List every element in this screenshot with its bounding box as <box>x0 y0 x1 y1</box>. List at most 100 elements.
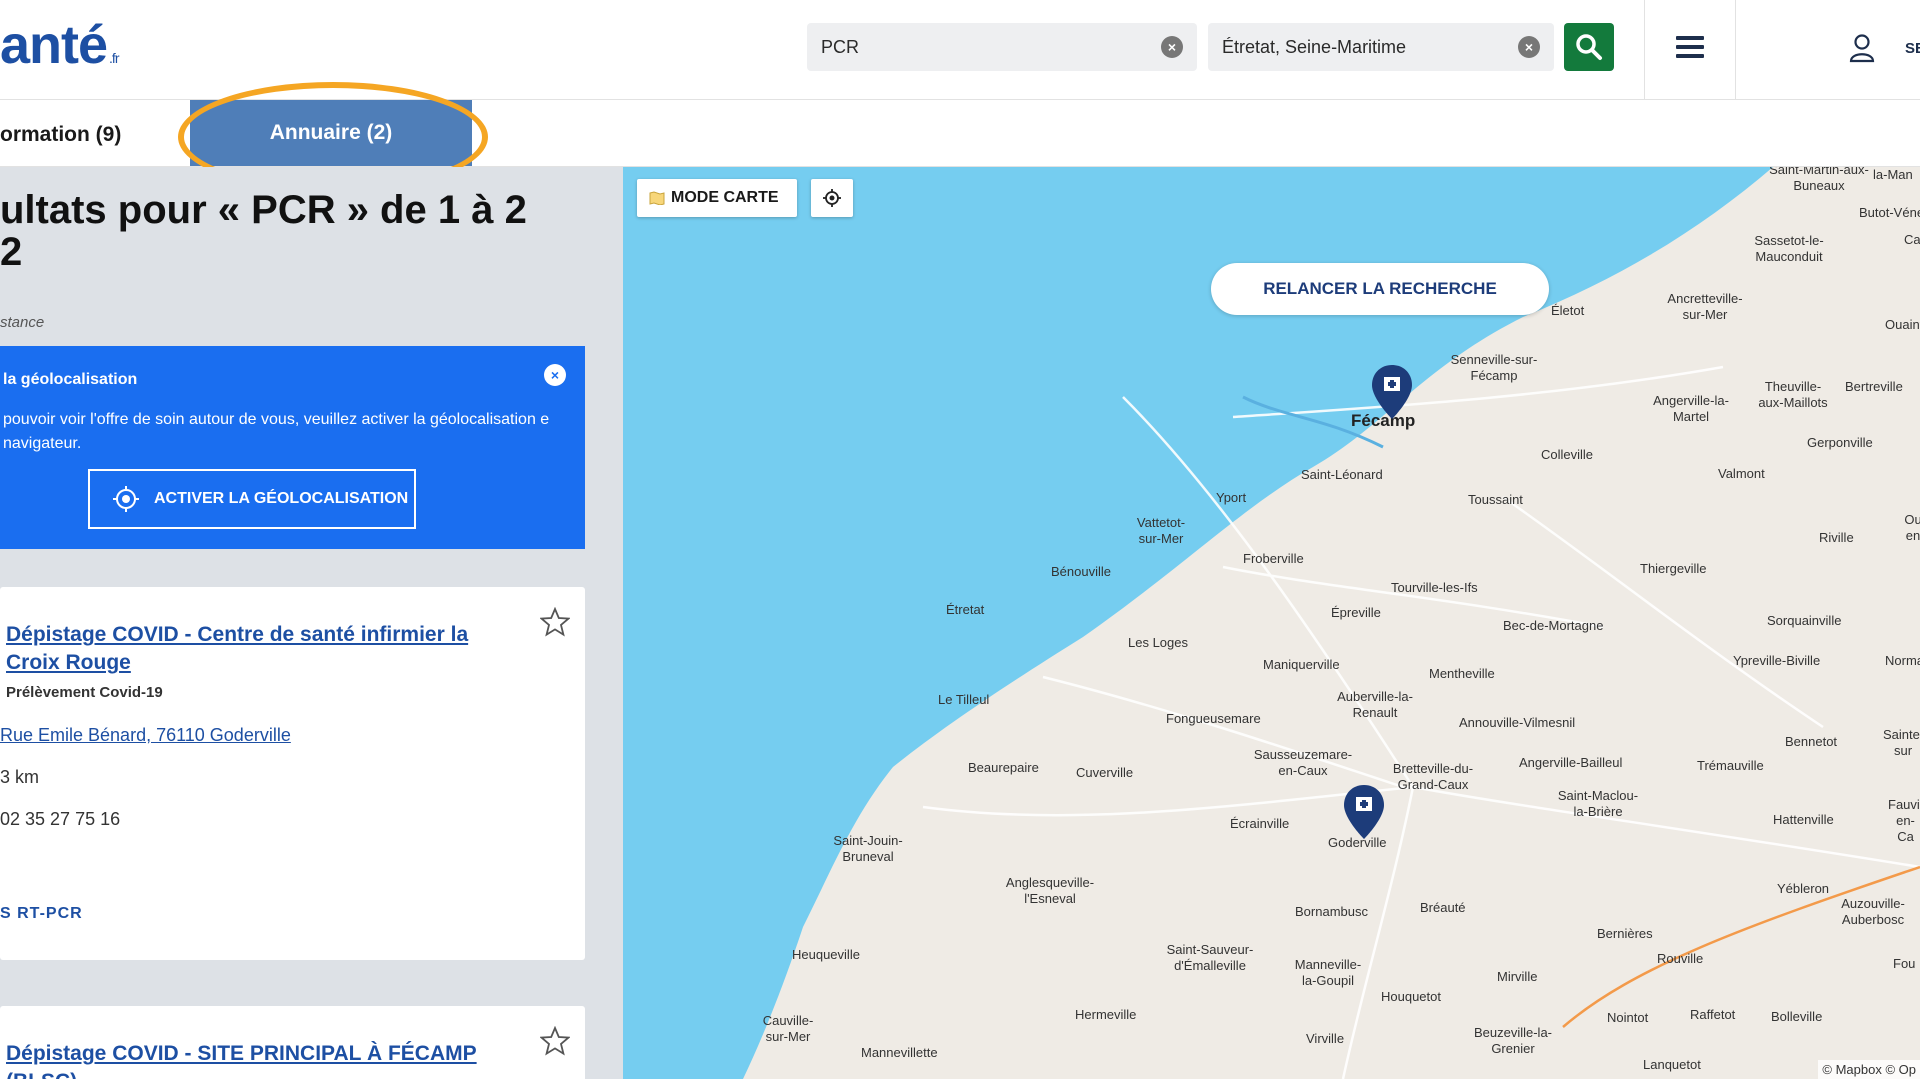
map-place-label: Saint-Martin-aux-Buneaux <box>1769 167 1869 193</box>
user-icon[interactable] <box>1848 33 1876 63</box>
tab-annuaire[interactable]: Annuaire (2) <box>190 100 472 166</box>
map-place-label: Ou en <box>1904 512 1920 543</box>
crosshair-icon <box>113 486 139 512</box>
map-place-label: Fongueusemare <box>1166 711 1261 726</box>
map-place-label: Angerville-Bailleul <box>1519 755 1623 770</box>
map-place-label: Bornambusc <box>1295 904 1368 919</box>
map-place-label: Beaurepaire <box>968 760 1039 775</box>
map-place-label: Trémauville <box>1697 758 1764 773</box>
map-marker-icon[interactable] <box>1370 363 1414 421</box>
map-place-label: Bernières <box>1597 926 1653 941</box>
map-place-label: Raffetot <box>1690 1007 1736 1022</box>
tab-information[interactable]: ormation (9) <box>0 123 121 147</box>
map-place-label: Fou <box>1893 956 1916 971</box>
results-panel: ultats pour « PCR » de 1 à 2 2 stance la… <box>0 167 623 1079</box>
map-place-label: Lanquetot <box>1643 1057 1701 1072</box>
search-what-input[interactable]: PCR <box>821 37 1161 58</box>
menu-icon[interactable] <box>1676 36 1704 60</box>
map-place-label: Auzouville-Auberbosc <box>1841 896 1905 927</box>
map-mode-button[interactable]: MODE CARTE <box>637 179 797 217</box>
map-place-label: Tourville-les-Ifs <box>1391 580 1478 595</box>
map-place-label: Riville <box>1819 530 1854 545</box>
map-place-label: Annouville-Vilmesnil <box>1459 715 1576 730</box>
map-place-label: Ypreville-Biville <box>1733 653 1821 668</box>
geolocation-banner: la géolocalisation × pouvoir voir l'offr… <box>0 346 585 549</box>
result-address-link[interactable]: Rue Emile Bénard, 76110 Goderville <box>0 725 291 746</box>
map-place-label: Mannevillette <box>861 1045 938 1060</box>
map-place-label: Sausseuzemare-en-Caux <box>1253 747 1353 778</box>
map-place-label: Auberville-la-Renault <box>1337 689 1413 720</box>
map-place-label: Maniquerville <box>1263 657 1340 672</box>
map-place-label: Étretat <box>946 602 985 617</box>
search-what-field[interactable]: PCR × <box>807 23 1197 71</box>
header-divider <box>1735 0 1736 99</box>
locate-button[interactable] <box>811 179 853 217</box>
map-place-label: Mirville <box>1497 969 1538 984</box>
map-place-label: Yport <box>1216 490 1247 505</box>
relaunch-search-button[interactable]: RELANCER LA RECHERCHE <box>1211 263 1549 315</box>
map-place-label: Virville <box>1306 1031 1345 1046</box>
result-title-link[interactable]: Dépistage COVID - SITE PRINCIPAL À FÉCAM… <box>6 1040 506 1079</box>
map-place-label: Beuzeville-la-Grenier <box>1473 1025 1553 1056</box>
map-place-label: Norma <box>1885 653 1920 668</box>
map-place-label: Bennetot <box>1785 734 1838 749</box>
map-view[interactable]: MODE CARTE RELANCER LA RECHERCHE Fécamp … <box>623 167 1920 1079</box>
sort-label: stance <box>0 314 45 331</box>
star-icon[interactable] <box>540 607 570 637</box>
map-place-label: Houquetot <box>1381 989 1441 1004</box>
map-place-label: Hermeville <box>1075 1007 1137 1022</box>
map-marker-icon[interactable] <box>1342 783 1386 841</box>
map-place-label: Életot <box>1551 303 1585 318</box>
result-title-link[interactable]: Dépistage COVID - Centre de santé infirm… <box>6 621 506 677</box>
close-icon[interactable]: × <box>544 364 566 386</box>
map-place-label: Heuqueville <box>792 947 860 962</box>
search-where-field[interactable]: Étretat, Seine-Maritime × <box>1208 23 1554 71</box>
map-place-label: Bénouville <box>1051 564 1111 579</box>
map-place-label: Hattenville <box>1773 812 1834 827</box>
geolocation-title: la géolocalisation <box>3 371 138 388</box>
map-place-label: Épreville <box>1331 605 1381 620</box>
map-place-label: Rouville <box>1657 951 1704 966</box>
map-place-label: Saint-Sauveur-d'Émalleville <box>1166 942 1254 973</box>
clear-where-icon[interactable]: × <box>1518 36 1540 58</box>
map-place-label: Butot-Vénes <box>1859 205 1920 220</box>
map-place-label: Manneville-la-Goupil <box>1294 957 1362 988</box>
map-place-label: Angerville-la-Martel <box>1653 393 1729 424</box>
map-place-label: Cuverville <box>1076 765 1134 780</box>
map-place-label: Cauville-sur-Mer <box>762 1013 814 1044</box>
map-place-label: Yébleron <box>1777 881 1830 896</box>
activate-geolocation-button[interactable]: ACTIVER LA GÉOLOCALISATION <box>88 469 416 529</box>
result-tabs: ormation (9) Annuaire (2) <box>0 100 1920 167</box>
map-place-label: Bréauté <box>1420 900 1466 915</box>
result-distance: 3 km <box>0 767 40 787</box>
map-place-label: Le Tilleul <box>938 692 990 707</box>
map-place-label: Écrainville <box>1230 816 1290 831</box>
search-button[interactable] <box>1564 23 1614 71</box>
map-place-label: Bolleville <box>1771 1009 1823 1024</box>
map-place-label: Saint-Maclou-la-Brière <box>1557 788 1639 819</box>
map-place-label: Thiergeville <box>1640 561 1707 576</box>
map-place-label: la-Man <box>1873 167 1913 182</box>
results-title: ultats pour « PCR » de 1 à 2 2 <box>0 188 527 274</box>
map-attribution[interactable]: © Mapbox © Op <box>1818 1060 1920 1079</box>
site-logo[interactable]: anté .fr <box>0 14 120 76</box>
map-place-label: Senneville-sur-Fécamp <box>1450 352 1538 383</box>
map-place-label: Froberville <box>1243 551 1304 566</box>
result-phone: 02 35 27 75 16 <box>0 809 121 829</box>
search-icon <box>1576 34 1602 60</box>
map-place-label: Mentheville <box>1429 666 1495 681</box>
map-place-label: Toussaint <box>1468 492 1523 507</box>
map-place-label: Vattetot-sur-Mer <box>1136 515 1186 546</box>
map-place-label: Fauvill en-Ca <box>1888 797 1920 844</box>
user-label[interactable]: SE <box>1905 40 1920 57</box>
map-place-label: Nointot <box>1607 1010 1649 1025</box>
map-place-label: Theuville-aux-Maillots <box>1758 379 1828 410</box>
result-card: Dépistage COVID - SITE PRINCIPAL À FÉCAM… <box>0 1006 585 1079</box>
map-place-label: Saint-Léonard <box>1301 467 1383 482</box>
star-icon[interactable] <box>540 1026 570 1056</box>
map-place-label: Anglesqueville-l'Esneval <box>1005 875 1095 906</box>
clear-what-icon[interactable]: × <box>1161 36 1183 58</box>
map-place-label: Gerponville <box>1807 435 1873 450</box>
search-where-input[interactable]: Étretat, Seine-Maritime <box>1222 37 1518 58</box>
result-tag: S RT-PCR <box>0 905 83 922</box>
